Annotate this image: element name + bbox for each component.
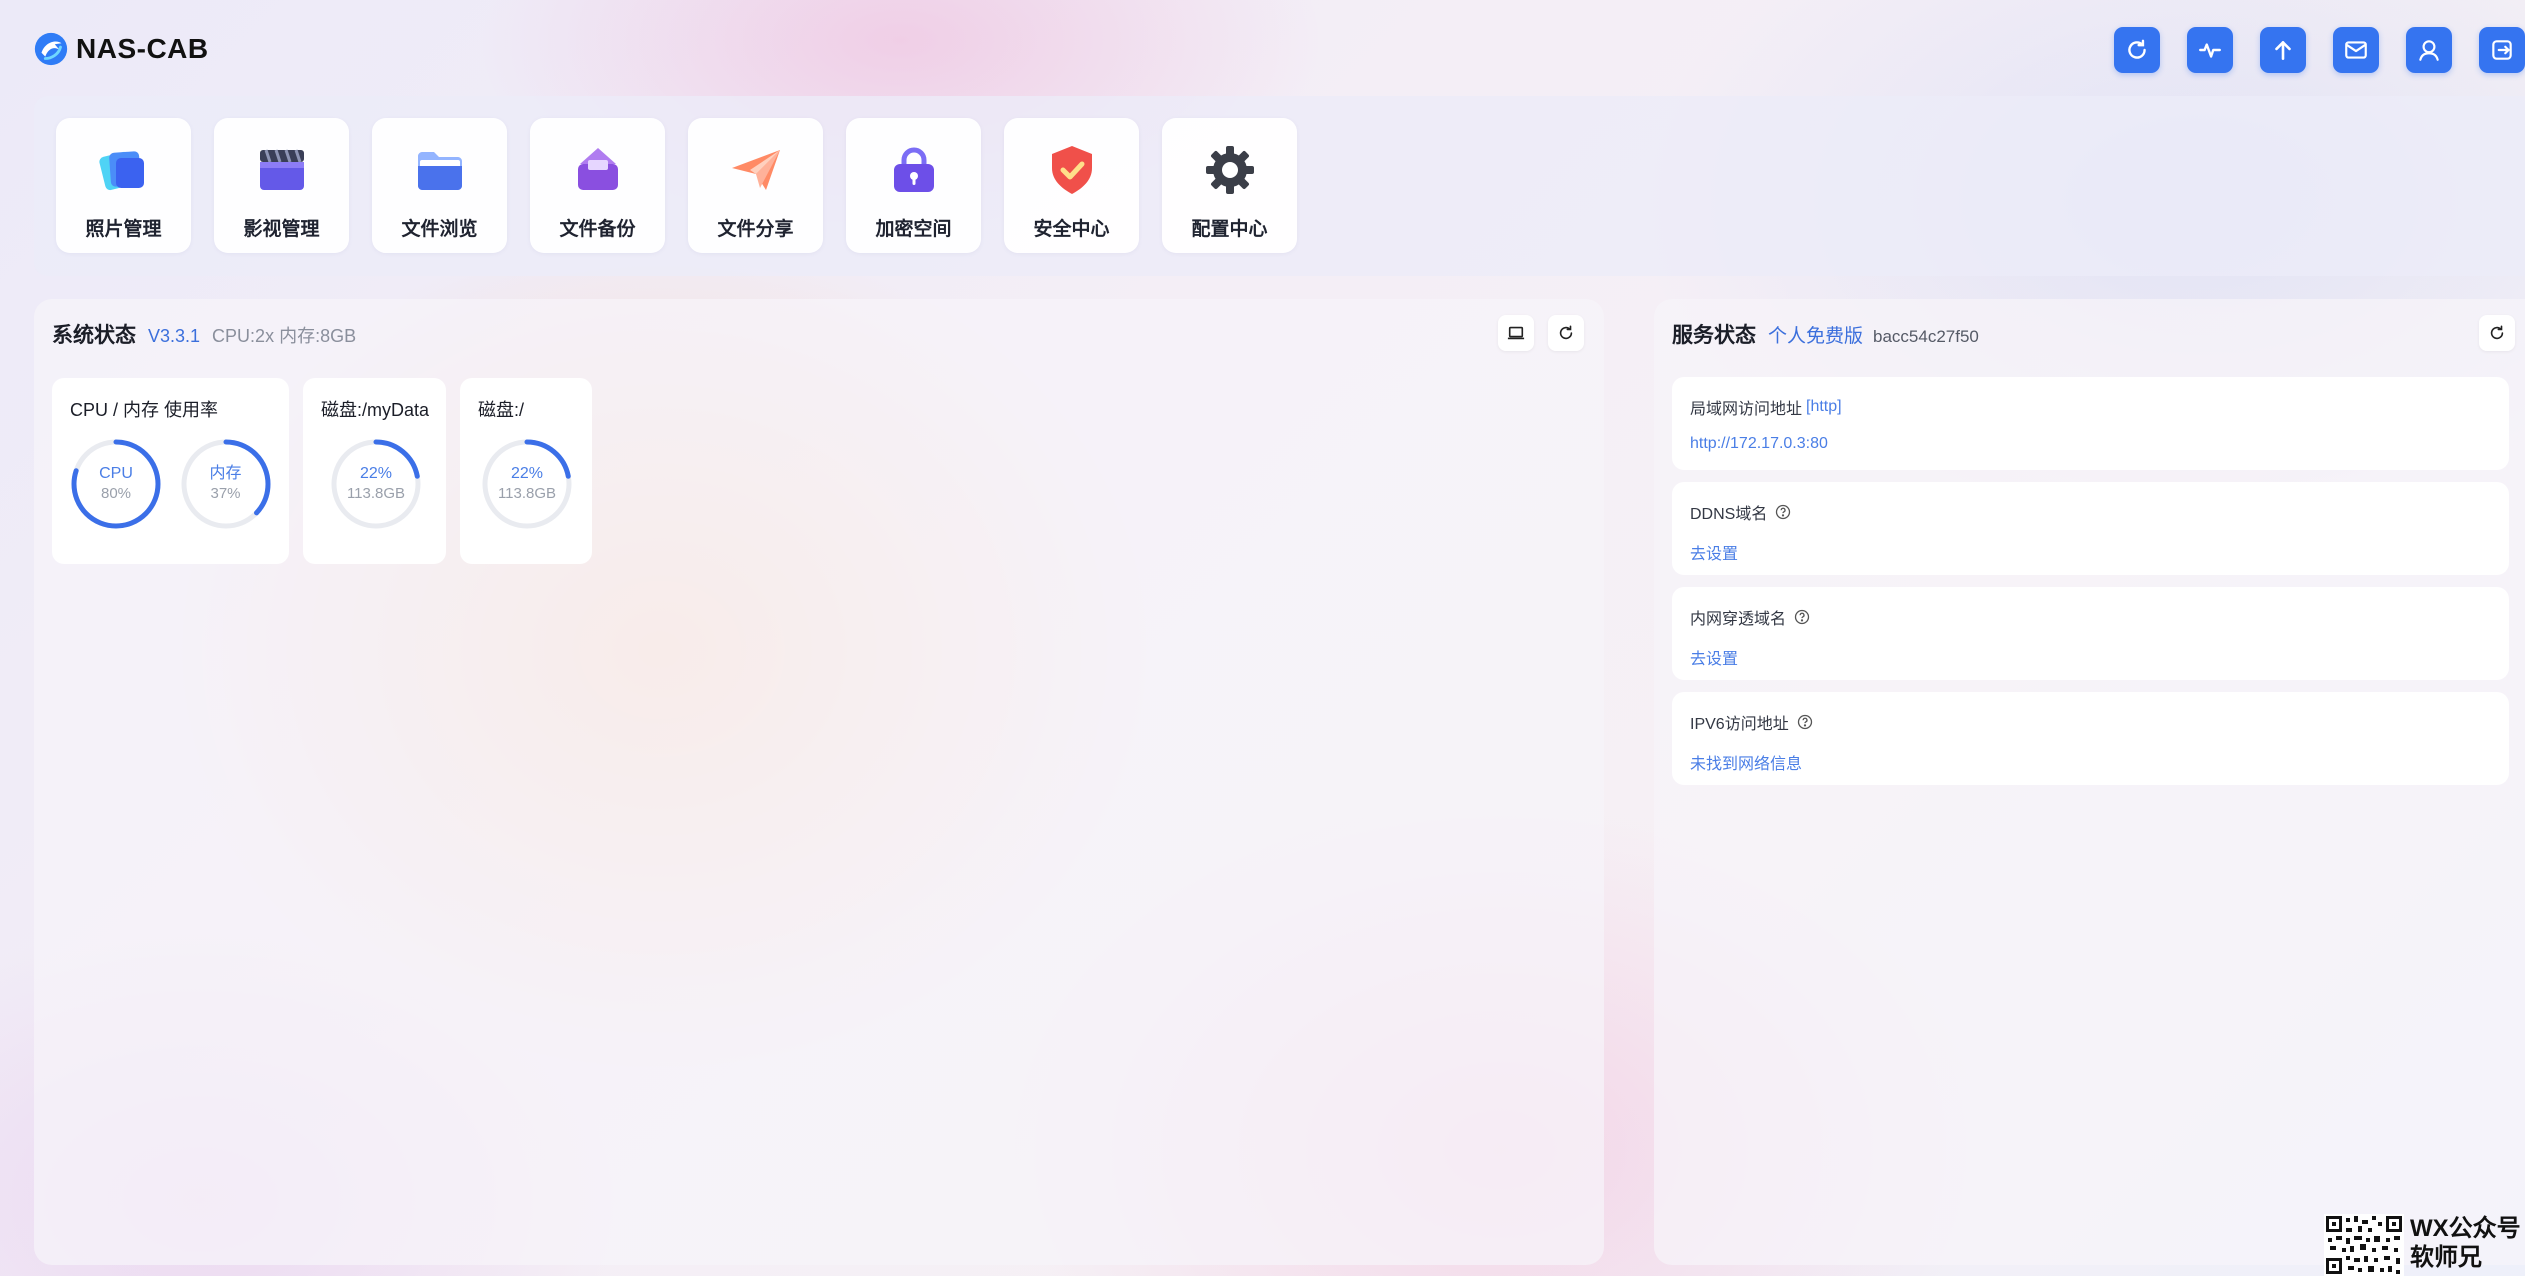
app-name: NAS-CAB	[76, 33, 209, 64]
mail-icon	[2345, 41, 2367, 59]
system-status-title: 系统状态	[52, 324, 136, 347]
app-label-settings: 配置中心	[1191, 219, 1268, 240]
app-tile-photos[interactable]: 照片管理	[56, 118, 191, 253]
shield-icon	[1051, 146, 1092, 194]
watermark-line-2: 软师兄	[2410, 1244, 2482, 1271]
user-icon	[2419, 40, 2439, 61]
watermark-line-1: WX公众号	[2410, 1215, 2521, 1242]
terminal-button[interactable]	[1498, 315, 1534, 351]
backup-icon	[577, 148, 618, 190]
laptop-icon	[1507, 326, 1525, 340]
app-tile-video[interactable]: 影视管理	[214, 118, 349, 253]
usage-card: CPU / 内存 使用率 CPU 80% 内存 37%	[52, 378, 289, 564]
service-status-title: 服务状态	[1672, 324, 1756, 347]
usage-card-title: CPU / 内存 使用率	[70, 400, 219, 420]
memory-gauge: 内存 37%	[180, 438, 270, 530]
app-launcher: 照片管理 影视管理 文件浏览 文件备份 文件分享 加密空间 安全中心 配置中心	[34, 96, 2525, 276]
ipv6-label: IPV6访问地址	[1690, 716, 1789, 733]
watermark: WX公众号 软师兄	[2324, 1214, 2521, 1276]
disk-gauge: 22% 113.8GB	[330, 438, 422, 530]
app-tile-security[interactable]: 安全中心	[1004, 118, 1139, 253]
cpu-gauge: CPU 80%	[70, 438, 161, 530]
lan-address-link[interactable]: http://172.17.0.3:80	[1690, 435, 2509, 453]
system-spec: CPU:2x 内存:8GB	[212, 326, 357, 346]
app-logo[interactable]: NAS-CAB	[32, 30, 209, 68]
lan-address-item: 局域网访问地址 [http] http://172.17.0.3:80	[1672, 377, 2509, 470]
refresh-button[interactable]	[2114, 27, 2160, 73]
device-id: bacc54c27f50	[1873, 327, 1979, 346]
lock-icon	[893, 147, 934, 192]
edition-link[interactable]: 个人免费版	[1768, 321, 1863, 348]
header-actions	[2087, 27, 2525, 73]
ddns-label: DDNS域名	[1690, 506, 1768, 523]
folder-icon	[417, 152, 462, 190]
app-label-backup: 文件备份	[559, 219, 636, 240]
cpu-gauge-label: CPU	[99, 465, 133, 482]
disk-gauge: 22% 113.8GB	[481, 438, 572, 530]
messages-button[interactable]	[2333, 27, 2379, 73]
disk-card-title: 磁盘:/myData	[321, 400, 430, 420]
service-refresh-button[interactable]	[2479, 315, 2515, 351]
refresh-icon	[2490, 325, 2504, 340]
refresh-icon	[1559, 325, 1573, 340]
upload-button[interactable]	[2260, 27, 2306, 73]
activity-button[interactable]	[2187, 27, 2233, 73]
disk-gauge-size: 113.8GB	[497, 485, 557, 502]
logo-icon	[34, 32, 68, 66]
disk-gauge-size: 113.8GB	[346, 485, 406, 502]
pulse-icon	[2199, 43, 2221, 58]
ddns-item: DDNS域名 去设置	[1672, 482, 2509, 575]
protocol-tag: [http]	[1806, 398, 1842, 415]
system-status-panel: 系统状态 V3.3.1 CPU:2x 内存:8GB CPU / 内存 使用率 C…	[34, 299, 1604, 1265]
memory-gauge-value: 37%	[210, 485, 241, 502]
system-refresh-button[interactable]	[1548, 315, 1584, 351]
ipv6-status: 未找到网络信息	[1690, 756, 1803, 773]
tunnel-domain-label: 内网穿透域名	[1690, 611, 1787, 628]
app-label-vault: 加密空间	[875, 219, 952, 240]
logout-icon	[2492, 40, 2512, 60]
tunnel-domain-item: 内网穿透域名 去设置	[1672, 587, 2509, 680]
app-label-share: 文件分享	[717, 219, 794, 240]
disk-card-mydata: 磁盘:/myData 22% 113.8GB	[303, 378, 446, 564]
disk-gauge-percent: 22%	[359, 465, 393, 482]
refresh-icon	[2128, 39, 2146, 59]
ddns-setup-link[interactable]: 去设置	[1690, 540, 2509, 564]
user-button[interactable]	[2406, 27, 2452, 73]
video-icon	[259, 149, 304, 190]
version-label[interactable]: V3.3.1	[148, 326, 200, 347]
upload-arrow-icon	[2275, 41, 2291, 60]
help-icon[interactable]	[1794, 609, 1810, 625]
tunnel-setup-link[interactable]: 去设置	[1690, 645, 2509, 669]
memory-gauge-label: 内存	[209, 465, 242, 482]
qr-code-icon	[2324, 1214, 2404, 1276]
photos-icon	[98, 151, 144, 191]
app-tile-settings[interactable]: 配置中心	[1162, 118, 1297, 253]
logout-button[interactable]	[2479, 27, 2525, 73]
gear-icon	[1205, 146, 1254, 194]
disk-gauge-percent: 22%	[510, 465, 544, 482]
help-icon[interactable]	[1775, 504, 1791, 520]
app-tile-share[interactable]: 文件分享	[688, 118, 823, 253]
lan-address-label: 局域网访问地址	[1690, 401, 1803, 418]
disk-card-root: 磁盘:/ 22% 113.8GB	[460, 378, 592, 564]
app-tile-files[interactable]: 文件浏览	[372, 118, 507, 253]
disk-card-title: 磁盘:/	[478, 400, 525, 420]
app-tile-vault[interactable]: 加密空间	[846, 118, 981, 253]
ipv6-item: IPV6访问地址 未找到网络信息	[1672, 692, 2509, 785]
app-label-files: 文件浏览	[401, 219, 478, 240]
top-bar: NAS-CAB	[0, 0, 2525, 100]
paper-plane-icon	[731, 150, 780, 190]
help-icon[interactable]	[1797, 714, 1813, 730]
app-label-photos: 照片管理	[85, 219, 162, 240]
app-label-video: 影视管理	[243, 219, 320, 240]
service-status-panel: 服务状态 个人免费版 bacc54c27f50 局域网访问地址 [http] h…	[1654, 299, 2525, 1265]
app-tile-backup[interactable]: 文件备份	[530, 118, 665, 253]
cpu-gauge-value: 80%	[100, 485, 132, 502]
app-label-security: 安全中心	[1033, 219, 1110, 240]
